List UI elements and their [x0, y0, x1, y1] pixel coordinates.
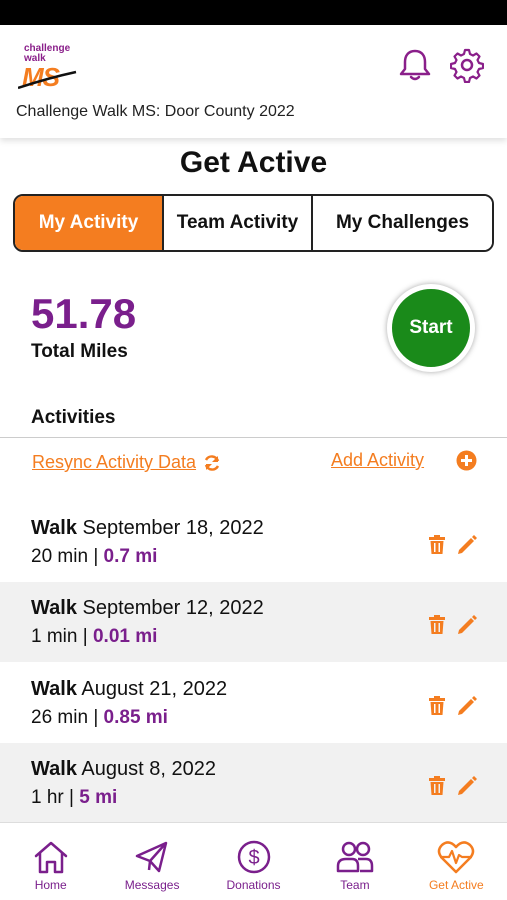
team-icon	[336, 841, 374, 873]
activity-distance: 0.85 mi	[103, 707, 168, 728]
activity-distance: 0.01 mi	[92, 626, 158, 647]
refresh-icon	[204, 454, 220, 471]
activity-duration: 1 hr	[31, 787, 64, 808]
activity-item[interactable]: Walk September 12, 2022 1 min | 0.01 mi	[0, 582, 507, 662]
activity-type: Walk	[31, 678, 77, 700]
pencil-icon[interactable]	[457, 775, 478, 796]
pencil-icon[interactable]	[457, 614, 478, 635]
activity-separator: |	[93, 707, 99, 728]
activity-duration: 26 min	[31, 707, 89, 728]
tab-team-activity[interactable]: Team Activity	[164, 196, 313, 250]
activity-title: Walk August 8, 2022	[31, 758, 216, 781]
page-title: Get Active	[179, 146, 328, 179]
bell-icon[interactable]	[398, 47, 432, 83]
nav-item-messages[interactable]: Messages	[101, 823, 202, 900]
nav-item-team[interactable]: Team	[304, 823, 405, 900]
heart-pulse-icon	[438, 841, 475, 874]
activity-separator: |	[93, 546, 99, 567]
activity-item[interactable]: Walk August 8, 2022 1 hr | 5 mi	[0, 743, 507, 823]
event-title: Challenge Walk MS: Door County 2022	[16, 103, 295, 120]
trash-icon[interactable]	[428, 535, 446, 555]
activity-distance: 0.7 mi	[103, 546, 158, 567]
activity-date: September 18, 2022	[82, 517, 264, 539]
gear-icon[interactable]	[450, 47, 484, 83]
activity-item[interactable]: Walk August 21, 2022 26 min | 0.85 mi	[0, 663, 507, 743]
nav-label-home: Home	[34, 878, 67, 892]
trash-icon[interactable]	[428, 615, 446, 635]
send-icon	[135, 841, 168, 873]
activity-details: 26 min | 0.85 mi	[31, 707, 168, 729]
add-activity-link[interactable]: Add Activity	[331, 450, 424, 471]
activity-duration: 1 min	[31, 626, 78, 647]
home-icon	[34, 841, 67, 874]
pencil-icon[interactable]	[457, 534, 478, 555]
logo-swoosh-icon	[18, 70, 77, 90]
activity-title: Walk September 12, 2022	[31, 597, 264, 620]
dollar-icon: $	[237, 840, 270, 874]
total-miles-value: 51.78	[31, 290, 137, 337]
resync-activity-link[interactable]: Resync Activity Data	[32, 452, 222, 473]
activity-duration: 20 min	[31, 546, 89, 567]
activity-type: Walk	[31, 758, 77, 780]
activity-details: 1 hr | 5 mi	[31, 787, 117, 809]
activity-separator: |	[82, 626, 88, 647]
activity-date: August 8, 2022	[81, 758, 216, 780]
activity-date: August 21, 2022	[81, 678, 228, 700]
svg-text:$: $	[248, 847, 259, 869]
activity-type: Walk	[31, 517, 77, 539]
nav-item-donations[interactable]: $ Donations	[203, 823, 304, 900]
nav-label-donations: Donations	[226, 878, 281, 892]
bottom-nav: Home Messages $ Donations Team Get Activ…	[0, 822, 507, 900]
activity-tabs: My Activity Team Activity My Challenges	[13, 194, 494, 252]
activity-separator: |	[69, 787, 74, 808]
nav-item-home[interactable]: Home	[0, 823, 101, 900]
tab-my-activity[interactable]: My Activity	[15, 196, 164, 250]
total-miles-label: Total Miles	[31, 341, 128, 362]
activity-title: Walk September 18, 2022	[31, 517, 264, 540]
status-bar	[0, 0, 507, 25]
activity-details: 1 min | 0.01 mi	[31, 626, 157, 648]
resync-label: Resync Activity Data	[32, 452, 197, 472]
plus-circle-icon[interactable]	[456, 450, 477, 471]
challenge-walk-ms-logo: challenge walk MS	[18, 42, 80, 94]
tab-my-challenges[interactable]: My Challenges	[313, 196, 492, 250]
activity-title: Walk August 21, 2022	[31, 678, 227, 701]
trash-icon[interactable]	[428, 696, 446, 716]
nav-item-get-active[interactable]: Get Active	[406, 823, 507, 900]
activities-heading: Activities	[31, 407, 116, 428]
activity-distance: 5 mi	[79, 787, 118, 808]
app-header: challenge walk MS Challenge Walk MS: Doo…	[0, 25, 507, 138]
start-button[interactable]: Start	[387, 284, 475, 372]
trash-icon[interactable]	[428, 776, 446, 796]
activity-type: Walk	[31, 597, 77, 619]
nav-label-messages: Messages	[124, 878, 180, 892]
activity-date: September 12, 2022	[82, 597, 264, 619]
activity-item[interactable]: Walk September 18, 2022 20 min | 0.7 mi	[0, 502, 507, 582]
activity-details: 20 min | 0.7 mi	[31, 546, 157, 568]
divider	[0, 437, 507, 438]
nav-label-get-active: Get Active	[428, 878, 484, 892]
pencil-icon[interactable]	[457, 695, 478, 716]
nav-label-team: Team	[340, 878, 370, 892]
